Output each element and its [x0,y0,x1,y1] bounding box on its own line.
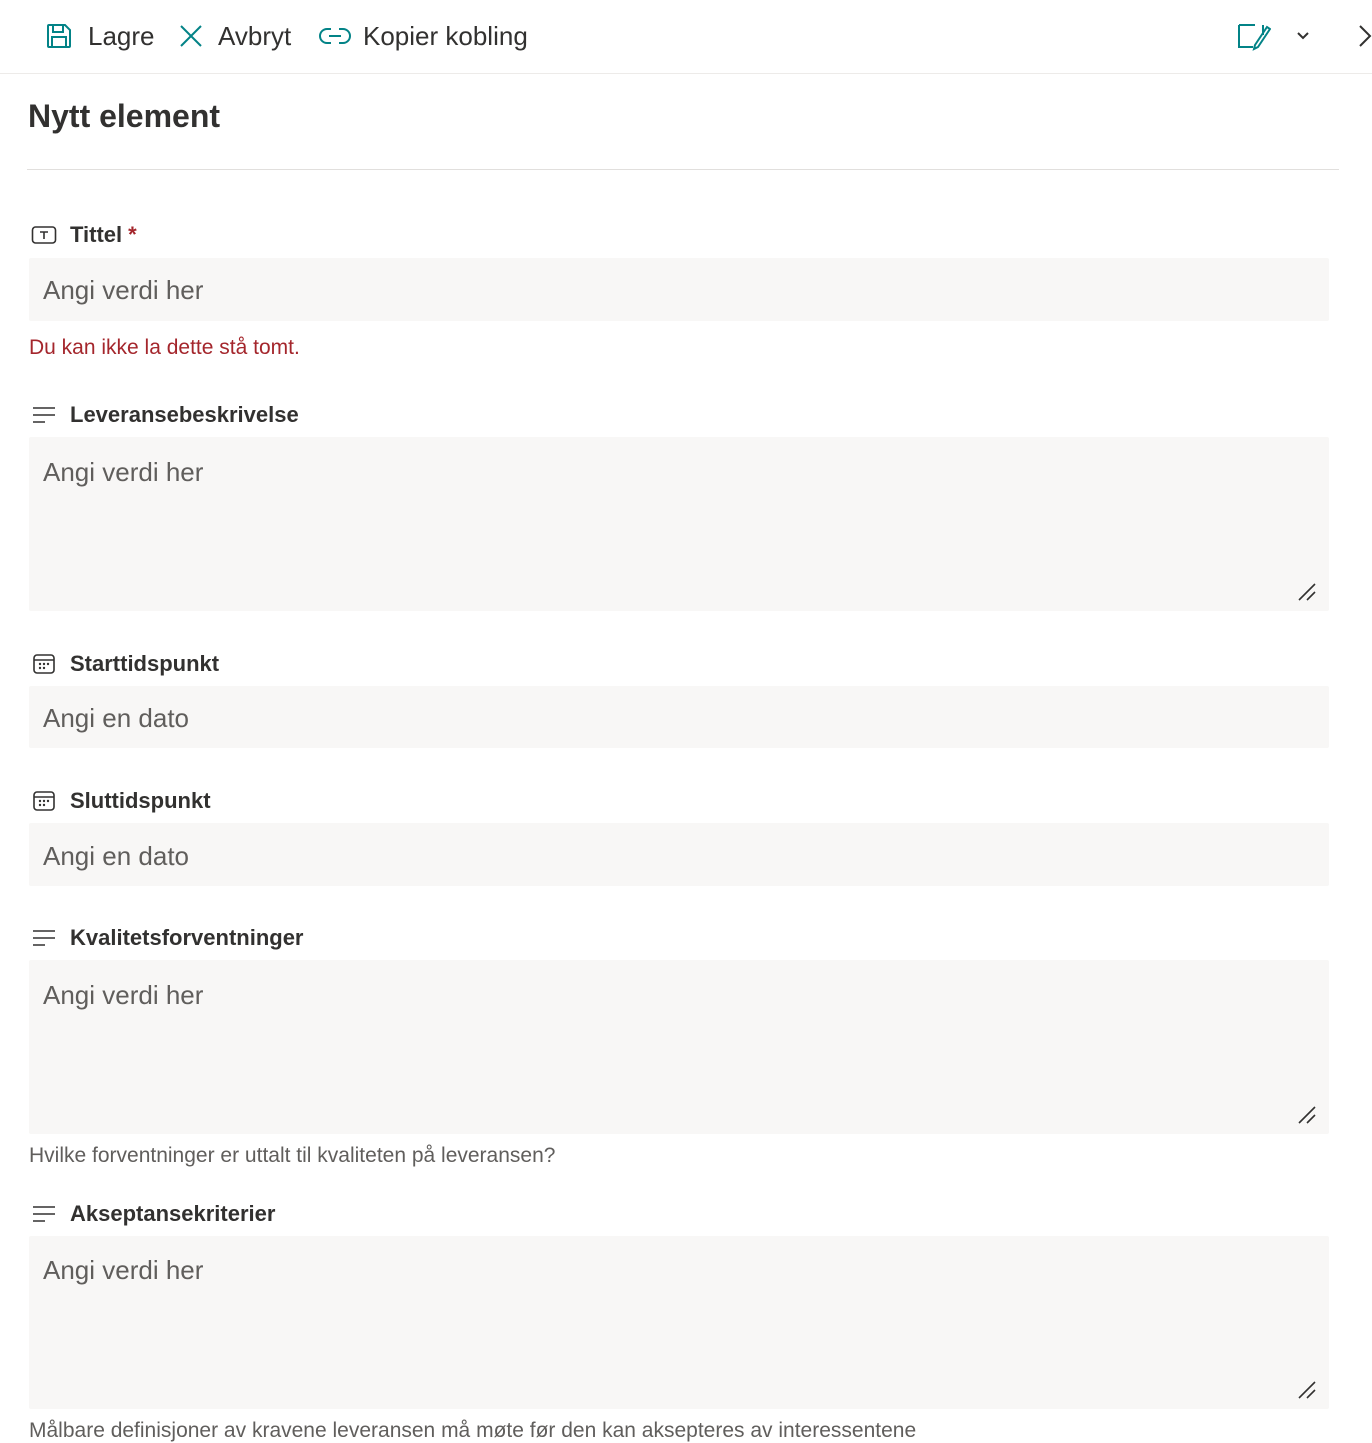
field-label-text: Starttidspunkt [70,651,220,676]
sluttidspunkt-placeholder: Angi en dato [43,841,190,871]
sluttidspunkt-date-input[interactable]: Angi en dato [29,823,1329,886]
starttidspunkt-placeholder: Angi en dato [43,703,190,733]
leveransebeskrivelse-placeholder: Angi verdi her [43,457,204,487]
chevron-down-icon [1296,31,1310,41]
field-label-starttidspunkt: Starttidspunkt [30,648,219,680]
akseptansekriterier-description: Målbare definisjoner av kravene leverans… [29,1419,917,1442]
field-label-text: Akseptansekriterier [70,1201,276,1226]
field-label-text: Tittel [70,222,123,247]
multiline-text-icon [30,1200,58,1228]
multiline-text-icon [30,401,58,429]
close-icon [178,23,204,49]
resize-grip-icon[interactable] [1297,1105,1317,1130]
field-label-akseptansekriterier: Akseptansekriterier [30,1198,275,1230]
view-options-dropdown[interactable] [1296,0,1310,72]
field-label-tittel: Tittel * [30,219,137,251]
resize-grip-icon[interactable] [1297,582,1317,607]
field-label-text: Kvalitetsforventninger [70,925,304,950]
resize-grip-icon[interactable] [1297,1380,1317,1405]
title-divider [27,169,1339,170]
calendar-icon [30,650,58,678]
akseptansekriterier-textarea[interactable]: Angi verdi her [29,1236,1329,1409]
field-label-sluttidspunkt: Sluttidspunkt [30,785,211,817]
command-bar: Lagre Avbryt Kopier kobling [0,0,1372,74]
edit-form-button[interactable] [1237,0,1271,72]
kvalitetsforventninger-placeholder: Angi verdi her [43,980,204,1010]
kvalitetsforventninger-description: Hvilke forventninger er uttalt til kvali… [29,1144,556,1167]
kvalitetsforventninger-textarea[interactable]: Angi verdi her [29,960,1329,1134]
save-label: Lagre [88,20,155,51]
required-indicator: * [128,222,137,247]
tittel-input[interactable]: Angi verdi her [29,258,1329,321]
tittel-error-message: Du kan ikke la dette stå tomt. [29,336,300,359]
link-icon [319,25,351,47]
save-icon [44,21,74,51]
multiline-text-icon [30,924,58,952]
cancel-label: Avbryt [218,20,292,51]
leveransebeskrivelse-textarea[interactable]: Angi verdi her [29,437,1329,611]
edit-form-icon [1237,21,1271,51]
field-label-leveransebeskrivelse: Leveransebeskrivelse [30,399,299,431]
save-button[interactable]: Lagre [44,0,155,72]
expand-panel-button[interactable] [1357,0,1372,72]
text-field-icon [30,221,58,249]
cancel-button[interactable]: Avbryt [178,0,291,72]
copy-link-button[interactable]: Kopier kobling [319,0,528,72]
chevron-right-icon [1357,23,1372,49]
calendar-icon [30,787,58,815]
copy-link-label: Kopier kobling [363,20,528,51]
tittel-placeholder: Angi verdi her [43,275,204,305]
field-label-text: Leveransebeskrivelse [70,402,299,427]
akseptansekriterier-placeholder: Angi verdi her [43,1255,204,1285]
starttidspunkt-date-input[interactable]: Angi en dato [29,686,1329,748]
field-label-text: Sluttidspunkt [70,788,211,813]
field-label-kvalitetsforventninger: Kvalitetsforventninger [30,922,304,954]
page-title: Nytt element [28,98,221,134]
